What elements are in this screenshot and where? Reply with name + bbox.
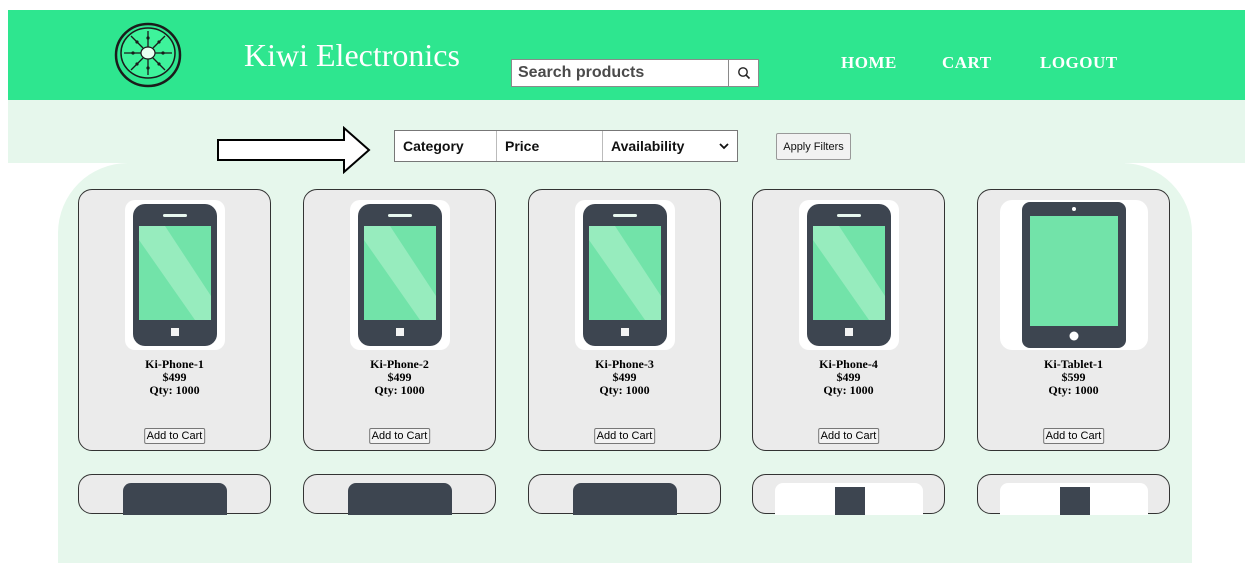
product-card[interactable]: Ki-Phone-4 $499 Qty: 1000 Add to Cart — [752, 189, 945, 451]
search-input[interactable] — [511, 59, 729, 87]
product-qty: Qty: 1000 — [374, 383, 425, 397]
filter-bar: Category Price Availability — [394, 130, 738, 162]
search-form — [511, 59, 759, 87]
chevron-down-icon — [719, 143, 729, 150]
add-to-cart-button[interactable]: Add to Cart — [817, 428, 880, 444]
tablet-top-graphic — [573, 483, 677, 515]
phone-image — [575, 200, 675, 350]
phone-image — [350, 200, 450, 350]
tablet-top-graphic — [123, 483, 227, 515]
product-card-partial[interactable] — [977, 474, 1170, 515]
right-arrow-icon — [217, 126, 371, 174]
add-to-cart-button[interactable]: Add to Cart — [593, 428, 656, 444]
product-card[interactable]: Ki-Phone-3 $499 Qty: 1000 Add to Cart — [528, 189, 721, 451]
product-card-partial[interactable] — [528, 474, 721, 515]
add-to-cart-button[interactable]: Add to Cart — [368, 428, 431, 444]
tablet-image — [1000, 200, 1148, 350]
nav-cart-link[interactable]: CART — [942, 53, 992, 73]
product-card-partial[interactable] — [752, 474, 945, 515]
search-button[interactable] — [729, 59, 759, 87]
price-filter-label: Price — [505, 138, 540, 154]
kiwi-logo-icon[interactable] — [114, 21, 182, 89]
product-qty: Qty: 1000 — [823, 383, 874, 397]
product-card[interactable]: Ki-Phone-1 $499 Qty: 1000 Add to Cart — [78, 189, 271, 451]
apply-filters-button[interactable]: Apply Filters — [776, 133, 851, 160]
availability-label: Availability — [611, 138, 685, 154]
product-card[interactable]: Ki-Tablet-1 $599 Qty: 1000 Add to Cart — [977, 189, 1170, 451]
availability-select[interactable]: Availability — [603, 131, 737, 161]
product-card-partial[interactable] — [78, 474, 271, 515]
add-to-cart-button[interactable]: Add to Cart — [1042, 428, 1105, 444]
product-card-partial[interactable] — [303, 474, 496, 515]
product-card[interactable]: Ki-Phone-2 $499 Qty: 1000 Add to Cart — [303, 189, 496, 451]
nav-home-link[interactable]: HOME — [841, 53, 897, 73]
phone-image — [799, 200, 899, 350]
add-to-cart-button[interactable]: Add to Cart — [143, 428, 206, 444]
search-icon — [737, 67, 750, 80]
category-filter-label: Category — [403, 138, 464, 154]
site-header: Kiwi Electronics HOME CART LOGOUT — [8, 10, 1245, 100]
tablet-top-graphic — [348, 483, 452, 515]
category-filter[interactable]: Category — [395, 131, 497, 161]
product-qty: Qty: 1000 — [599, 383, 650, 397]
laptop-top-graphic — [835, 487, 865, 515]
product-qty: Qty: 1000 — [149, 383, 200, 397]
nav-logout-link[interactable]: LOGOUT — [1040, 53, 1118, 73]
laptop-top-graphic — [1060, 487, 1090, 515]
price-filter[interactable]: Price — [497, 131, 603, 161]
brand-title[interactable]: Kiwi Electronics — [244, 37, 460, 74]
phone-image — [125, 200, 225, 350]
product-qty: Qty: 1000 — [1048, 383, 1099, 397]
